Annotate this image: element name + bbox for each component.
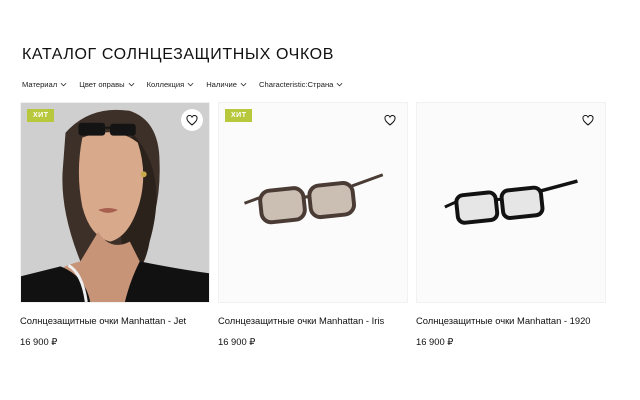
model-photo (21, 103, 209, 302)
filter-availability[interactable]: Наличие (206, 80, 247, 89)
favorite-button[interactable] (379, 109, 401, 131)
favorite-button[interactable] (577, 109, 599, 131)
product-name[interactable]: Солнцезащитные очки Manhattan - Jet (20, 315, 210, 326)
heart-icon (384, 114, 396, 126)
product-name[interactable]: Солнцезащитные очки Manhattan - 1920 (416, 315, 606, 326)
chevron-down-icon (128, 82, 135, 87)
chevron-down-icon (240, 82, 247, 87)
filter-material[interactable]: Материал (22, 80, 67, 89)
product-card[interactable]: Солнцезащитные очки Manhattan - 1920 16 … (416, 102, 606, 348)
page-title: КАТАЛОГ СОЛНЦЕЗАЩИТНЫХ ОЧКОВ (22, 46, 335, 63)
sunglasses-photo (219, 103, 407, 302)
filter-label: Коллекция (146, 80, 185, 89)
product-price: 16 900 ₽ (218, 336, 256, 347)
filter-frame-color[interactable]: Цвет оправы (79, 80, 135, 89)
filter-label: Characteristic:Страна (259, 80, 334, 89)
filter-label: Наличие (206, 80, 238, 89)
product-card[interactable]: ХИТ Солнцезащитные очки Manhattan - Iris… (218, 102, 408, 348)
product-price: 16 900 ₽ (20, 336, 58, 347)
chevron-down-icon (187, 82, 194, 87)
filter-label: Цвет оправы (79, 80, 125, 89)
heart-icon (582, 114, 594, 126)
hit-badge: ХИТ (225, 109, 253, 122)
product-card[interactable]: ХИТ Солнцезащитные очки Manhattan - Jet … (20, 102, 210, 348)
filter-label: Материал (22, 80, 58, 89)
filter-bar: Материал Цвет оправы Коллекция Наличие C… (22, 80, 343, 89)
product-name[interactable]: Солнцезащитные очки Manhattan - Iris (218, 315, 408, 326)
sunglasses-photo (417, 103, 605, 302)
filter-collection[interactable]: Коллекция (147, 80, 195, 89)
hit-badge: ХИТ (27, 109, 55, 122)
chevron-down-icon (336, 82, 343, 87)
product-image[interactable] (416, 102, 606, 303)
filter-country[interactable]: Characteristic:Страна (259, 80, 343, 89)
chevron-down-icon (60, 82, 67, 87)
product-price: 16 900 ₽ (416, 336, 454, 347)
product-grid: ХИТ Солнцезащитные очки Manhattan - Jet … (20, 102, 606, 348)
heart-icon (186, 114, 198, 126)
favorite-button[interactable] (181, 109, 203, 131)
product-image[interactable]: ХИТ (20, 102, 210, 303)
product-image[interactable]: ХИТ (218, 102, 408, 303)
